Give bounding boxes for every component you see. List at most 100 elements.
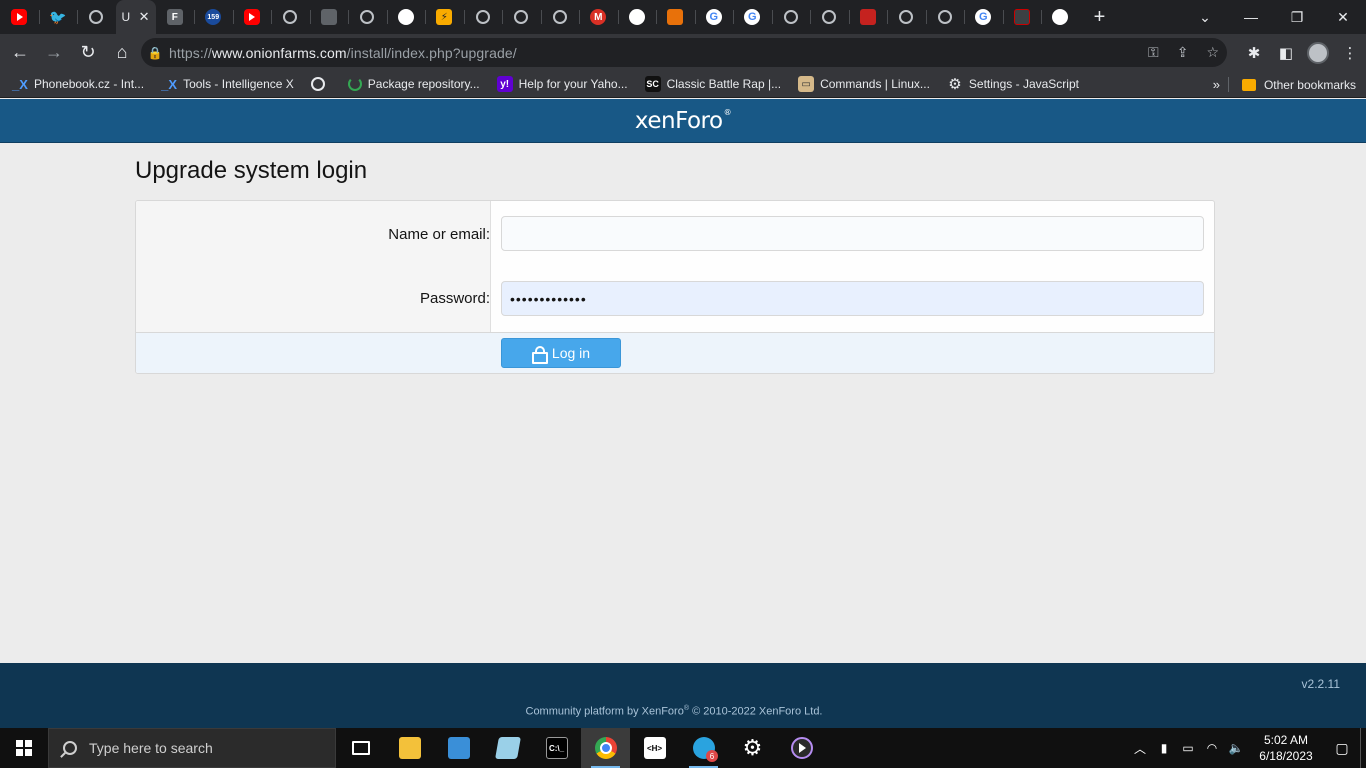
tab-search-icon[interactable]: ⌄ (1182, 0, 1228, 34)
control-panel-button[interactable] (434, 728, 483, 768)
browser-tab[interactable] (232, 0, 272, 34)
browser-tab[interactable] (540, 0, 580, 34)
profile-avatar[interactable] (1302, 37, 1334, 69)
bookmark-item[interactable]: Package repository... (347, 77, 480, 91)
forward-icon[interactable]: → (38, 37, 70, 69)
gear-icon: ⚙ (742, 735, 763, 760)
password-input[interactable]: ••••••••••••• (501, 281, 1204, 316)
star-icon[interactable]: ☆ (1206, 44, 1219, 61)
login-form: Name or email: Password: ••••••••••••• L… (135, 200, 1215, 374)
browser-tab[interactable]: G (964, 0, 1003, 34)
browser-tab[interactable] (309, 0, 349, 34)
browser-tab[interactable]: U ✕ (115, 0, 156, 34)
globe-icon (937, 10, 952, 24)
bookmark-item[interactable] (310, 77, 331, 91)
browser-tab[interactable]: 159 (194, 0, 233, 34)
lock-icon[interactable]: 🔒 (141, 46, 169, 60)
xenforo-logo[interactable]: xenForo® (635, 108, 732, 134)
new-tab-button[interactable]: + (1080, 0, 1120, 34)
browser-tab[interactable]: 🐦 (38, 0, 78, 34)
folder-icon (398, 737, 421, 759)
bookmarks-overflow-button[interactable]: » (1213, 71, 1220, 98)
bookmark-item[interactable]: y! Help for your Yaho... (496, 76, 628, 92)
browser-tab[interactable] (617, 0, 657, 34)
name-input[interactable] (501, 216, 1204, 251)
share-icon[interactable]: ⇪ (1177, 44, 1189, 61)
side-panel-icon[interactable]: ◧ (1270, 37, 1302, 69)
key-icon[interactable]: ⚿ (1148, 44, 1159, 61)
notepad-button[interactable] (483, 728, 532, 768)
bookmark-item[interactable]: _X Tools - Intelligence X (161, 76, 294, 92)
browser-tab[interactable]: ⚡ (425, 0, 464, 34)
browser-tab[interactable]: F (156, 0, 195, 34)
task-view-button[interactable] (336, 728, 385, 768)
browser-tab[interactable] (1002, 0, 1042, 34)
telegram-button[interactable]: 6 (679, 728, 728, 768)
browser-tab[interactable] (887, 0, 926, 34)
youtube-icon (243, 9, 260, 25)
browser-tab[interactable] (0, 0, 39, 34)
terminal-button[interactable]: C:\_ (532, 728, 581, 768)
battery-icon[interactable]: ▭ (1176, 728, 1200, 768)
restore-icon[interactable]: ❐ (1274, 0, 1320, 34)
browser-tab[interactable] (848, 0, 888, 34)
bookmark-item[interactable]: ⚙ Settings - JavaScript (947, 76, 1079, 93)
globe-icon (783, 10, 798, 24)
browser-tab[interactable] (386, 0, 426, 34)
login-button[interactable]: Log in (501, 338, 621, 368)
youtube-icon (11, 9, 28, 25)
show-desktop-button[interactable] (1360, 728, 1366, 768)
task-view-icon (351, 741, 370, 755)
rss-icon (667, 9, 684, 25)
volume-icon[interactable]: 🔈 (1224, 728, 1248, 768)
browser-tab[interactable]: G (733, 0, 772, 34)
browser-tab[interactable] (925, 0, 965, 34)
http-toolkit-button[interactable]: <H> (630, 728, 679, 768)
browser-tab[interactable] (656, 0, 695, 34)
home-icon[interactable]: ⌂ (106, 37, 138, 69)
other-bookmarks-label: Other bookmarks (1263, 77, 1356, 92)
browser-tab[interactable] (463, 0, 503, 34)
settings-button[interactable]: ⚙ (728, 728, 777, 768)
extensions-icon[interactable]: ✱ (1238, 37, 1270, 69)
browser-tab[interactable] (77, 0, 116, 34)
play-icon (790, 737, 813, 759)
control-panel-icon (447, 737, 470, 759)
browser-tab[interactable] (810, 0, 849, 34)
close-tab-icon[interactable]: ✕ (139, 9, 150, 25)
usb-icon[interactable]: ▮ (1152, 728, 1176, 768)
windows-logo-icon (16, 740, 32, 756)
chevron-up-icon[interactable]: ︿ (1128, 728, 1152, 768)
bookmark-item[interactable]: _X Phonebook.cz - Int... (12, 76, 144, 92)
terminal-icon: C:\_ (545, 737, 568, 759)
browser-tab[interactable]: G (694, 0, 734, 34)
bookmark-item[interactable]: ▭ Commands | Linux... (798, 76, 930, 92)
browser-tab[interactable] (771, 0, 811, 34)
browser-tab[interactable] (271, 0, 310, 34)
chrome-button[interactable] (581, 728, 630, 768)
close-window-icon[interactable]: ✕ (1320, 0, 1366, 34)
browser-tab[interactable] (1041, 0, 1080, 34)
page-title: Upgrade system login (135, 157, 368, 184)
minimize-icon[interactable]: — (1228, 0, 1274, 34)
other-bookmarks[interactable]: Other bookmarks (1241, 71, 1356, 98)
menu-icon[interactable]: ⋮ (1334, 37, 1366, 69)
media-player-button[interactable] (777, 728, 826, 768)
bookmark-item[interactable]: SC Classic Battle Rap |... (644, 76, 781, 92)
copyright-text[interactable]: Community platform by XenForo® © 2010-20… (0, 705, 1348, 718)
browser-tab[interactable] (502, 0, 541, 34)
file-explorer-button[interactable] (385, 728, 434, 768)
address-bar[interactable]: 🔒 https://www.onionfarms.com/install/ind… (141, 38, 1227, 67)
browser-tab[interactable]: M (579, 0, 618, 34)
wifi-icon[interactable]: ◠ (1200, 728, 1224, 768)
taskbar-search[interactable]: Type here to search (48, 728, 336, 768)
globe-icon (514, 10, 529, 24)
start-button[interactable] (0, 728, 48, 768)
url-text[interactable]: https://www.onionfarms.com/install/index… (169, 45, 517, 61)
site-footer: v2.2.11 Community platform by XenForo® ©… (0, 663, 1366, 728)
notifications-icon[interactable]: ▢ (1324, 728, 1360, 768)
browser-tab[interactable] (348, 0, 387, 34)
clock[interactable]: 5:02 AM 6/18/2023 (1248, 732, 1324, 764)
back-icon[interactable]: ← (4, 37, 36, 69)
reload-icon[interactable]: ↻ (72, 37, 104, 69)
